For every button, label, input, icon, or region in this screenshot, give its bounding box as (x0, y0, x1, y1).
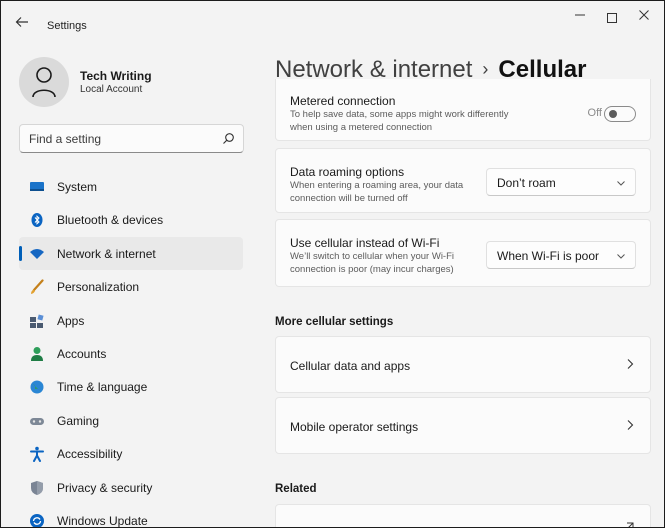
cellular-data-apps-link[interactable]: Cellular data and apps (275, 336, 651, 393)
chevron-right-icon (627, 420, 634, 430)
app-title: Settings (47, 20, 87, 32)
title-bar: Settings (1, 1, 664, 45)
sidebar-item-label: Accessibility (57, 447, 123, 462)
account-type: Local Account (80, 84, 143, 95)
sidebar-item-accessibility[interactable]: Accessibility (19, 437, 243, 470)
sidebar-item-personalization[interactable]: Personalization (19, 270, 243, 303)
shield-icon (31, 480, 43, 495)
brush-icon (31, 279, 44, 295)
back-arrow-icon[interactable] (13, 15, 31, 33)
roaming-title: Data roaming options (290, 165, 405, 179)
sidebar-item-system[interactable]: System (19, 170, 243, 203)
external-link-icon (627, 522, 634, 527)
chevron-right-icon: › (482, 59, 489, 79)
data-roaming-card: Data roaming options When entering a roa… (275, 148, 651, 213)
link-label: Mobile operator settings (290, 420, 419, 434)
cellular-instead-selected: When Wi-Fi is poor (497, 249, 600, 263)
cellular-instead-description: We’ll switch to cellular when your Wi-Fi… (290, 251, 455, 275)
sidebar-item-accounts[interactable]: Accounts (19, 337, 243, 370)
roaming-selected: Don’t roam (497, 176, 556, 190)
close-button[interactable] (631, 7, 657, 27)
search-input[interactable] (29, 132, 209, 146)
bluetooth-icon (31, 213, 43, 228)
accounts-icon (31, 346, 43, 361)
section-heading-more: More cellular settings (275, 316, 394, 328)
globe-clock-icon (30, 380, 44, 394)
accessibility-icon (30, 446, 44, 463)
apps-icon (30, 314, 44, 328)
sidebar-item-label: Gaming (57, 413, 100, 428)
related-link-card[interactable] (275, 504, 651, 527)
cellular-instead-dropdown[interactable]: When Wi-Fi is poor (486, 241, 636, 269)
roaming-dropdown[interactable]: Don’t roam (486, 168, 636, 196)
person-icon (32, 67, 56, 97)
section-heading-related: Related (275, 483, 317, 495)
sidebar-item-windows-update[interactable]: Windows Update (19, 504, 243, 528)
sidebar-item-network[interactable]: Network & internet (19, 236, 243, 271)
sidebar-item-label: Accounts (57, 346, 107, 361)
sidebar-item-label: Network & internet (57, 246, 156, 261)
metered-description: To help save data, some apps might work … (290, 109, 509, 133)
gamepad-icon (30, 417, 44, 425)
minimize-button[interactable] (567, 7, 593, 27)
toggle-state-label: Off (587, 107, 602, 119)
mobile-operator-settings-link[interactable]: Mobile operator settings (275, 397, 651, 454)
system-icon (30, 182, 44, 191)
sidebar-item-bluetooth[interactable]: Bluetooth & devices (19, 203, 243, 236)
metered-title: Metered connection (290, 94, 396, 108)
chevron-down-icon (617, 254, 625, 259)
toggle-knob (609, 110, 617, 118)
maximize-button[interactable] (599, 7, 625, 27)
wifi-icon (30, 248, 44, 259)
cellular-instead-card: Use cellular instead of Wi-Fi We’ll swit… (275, 219, 651, 287)
metered-connection-card: Metered connection To help save data, so… (275, 79, 651, 141)
selection-indicator (19, 245, 22, 261)
sidebar-item-time-language[interactable]: Time & language (19, 370, 243, 403)
sidebar-item-apps[interactable]: Apps (19, 304, 243, 337)
profile-name: Tech Writing (80, 69, 152, 83)
link-label: Cellular data and apps (290, 359, 411, 373)
sidebar-item-label: System (57, 180, 98, 194)
avatar (19, 57, 69, 107)
search-box (19, 124, 244, 153)
sidebar-item-privacy[interactable]: Privacy & security (19, 471, 243, 504)
sidebar-item-label: Apps (57, 313, 85, 328)
sidebar-item-label: Windows Update (57, 513, 148, 528)
chevron-down-icon (617, 181, 625, 186)
cellular-instead-title: Use cellular instead of Wi-Fi (290, 236, 440, 250)
chevron-right-icon (627, 359, 634, 369)
sidebar-item-label: Privacy & security (57, 480, 153, 495)
roaming-description: When entering a roaming area, your data … (290, 180, 464, 204)
search-icon[interactable] (222, 132, 235, 145)
sidebar-nav: System Bluetooth & devices Network & int… (19, 170, 243, 528)
settings-window: Settings Tech Writing Local Account Find… (0, 0, 665, 528)
sidebar-item-label: Personalization (57, 280, 140, 295)
sidebar-item-label: Bluetooth & devices (57, 213, 164, 228)
metered-toggle[interactable] (604, 106, 636, 122)
sidebar-item-gaming[interactable]: Gaming (19, 404, 243, 437)
sidebar-item-label: Time & language (57, 380, 148, 395)
update-icon (30, 513, 44, 527)
